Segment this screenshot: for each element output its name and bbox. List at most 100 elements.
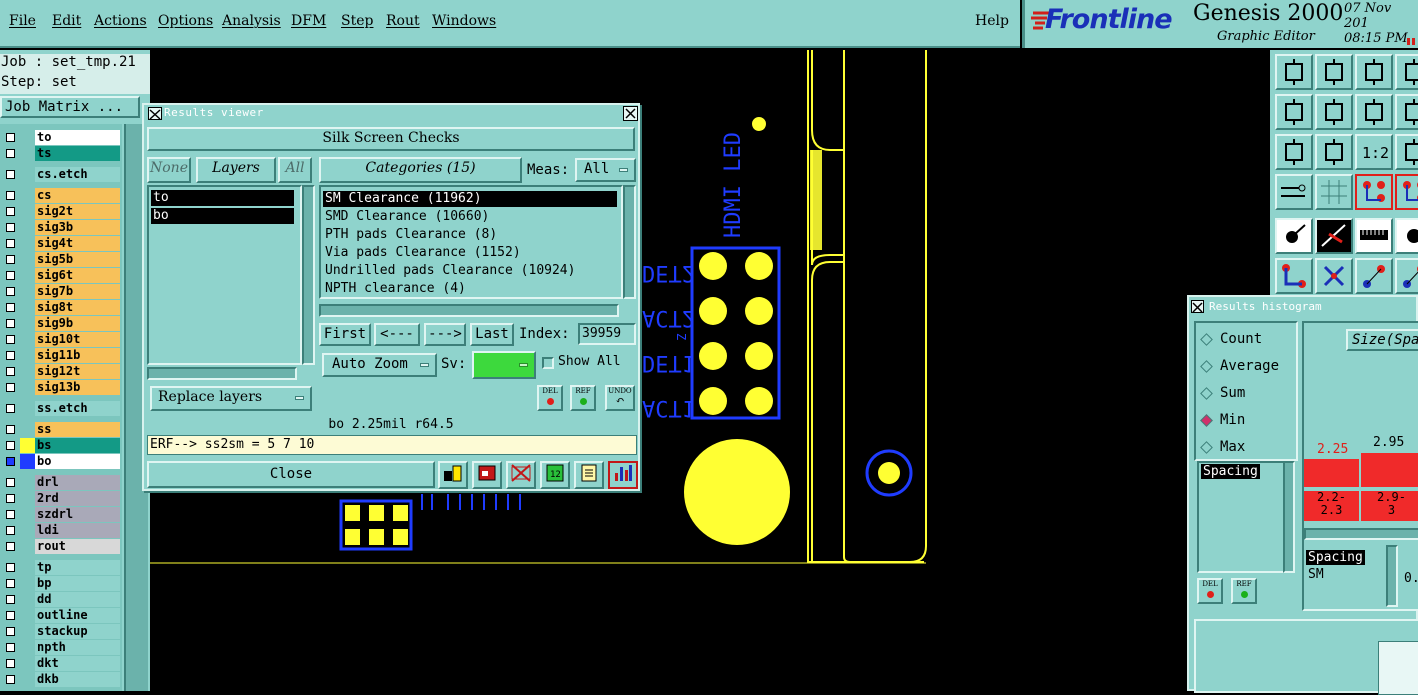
layer-checkbox[interactable] [6, 404, 15, 413]
layer-checkbox[interactable] [6, 478, 15, 487]
categories-button[interactable]: Categories (15) [319, 157, 522, 183]
home-icon[interactable] [1275, 54, 1313, 90]
size-button[interactable]: Size(Spa [1346, 329, 1418, 351]
layer-row-outline[interactable]: outline [2, 608, 120, 623]
category-item[interactable]: SMD Clearance (10660) [323, 209, 617, 225]
category-item[interactable]: PTH pads Clearance (8) [323, 227, 617, 243]
layer-row-sig7b[interactable]: sig7b [2, 284, 120, 299]
category-list-scrollbar[interactable] [623, 185, 636, 299]
layer-row-sig5b[interactable]: sig5b [2, 252, 120, 267]
layer-list-hscroll[interactable] [147, 367, 297, 380]
layer-row-sig12t[interactable]: sig12t [2, 364, 120, 379]
histogram-list-scrollbar[interactable] [1283, 461, 1295, 573]
meas-dropdown[interactable]: All [575, 158, 636, 182]
layer-row-dkb[interactable]: dkb [2, 672, 120, 687]
layer-checkbox[interactable] [6, 255, 15, 264]
layer-row-dkt[interactable]: dkt [2, 656, 120, 671]
close-button[interactable]: Close [147, 461, 435, 488]
list-item[interactable]: bo [151, 208, 294, 224]
layer-checkbox[interactable] [6, 659, 15, 668]
menu-dfm[interactable]: DFM [291, 13, 326, 29]
menu-rout[interactable]: Rout [386, 13, 420, 29]
layer-checkbox[interactable] [6, 287, 15, 296]
layer-checkbox[interactable] [6, 223, 15, 232]
layer-row-sig10t[interactable]: sig10t [2, 332, 120, 347]
histogram-bar[interactable] [1361, 453, 1418, 487]
del-button[interactable]: DEL [537, 385, 563, 411]
connect-icon[interactable] [1275, 258, 1313, 294]
layer-checkbox[interactable] [6, 271, 15, 280]
job-matrix-button[interactable]: Job Matrix ... [0, 96, 140, 118]
layer-row-bp[interactable]: bp [2, 576, 120, 591]
menu-options[interactable]: Options [158, 13, 213, 29]
layer-row-ldi[interactable]: ldi [2, 523, 120, 538]
cross-icon[interactable] [1315, 258, 1353, 294]
draw-icon[interactable] [1315, 218, 1353, 254]
menu-file[interactable]: File [9, 13, 36, 29]
severity-dropdown[interactable] [472, 351, 536, 379]
layer-row-dd[interactable]: dd [2, 592, 120, 607]
ruler-icon[interactable] [1355, 218, 1393, 254]
layer-checkbox[interactable] [6, 457, 15, 466]
ref-button[interactable]: REF [1231, 578, 1257, 604]
histogram-icon[interactable] [608, 461, 638, 489]
layer-row-sig11b[interactable]: sig11b [2, 348, 120, 363]
layer-checkbox[interactable] [6, 383, 15, 392]
list-item[interactable]: SM [1308, 567, 1324, 582]
import-icon[interactable] [1315, 94, 1353, 130]
layer-row-cs.etch[interactable]: cs.etch [2, 167, 120, 182]
snap-icon[interactable] [1275, 174, 1313, 210]
swap-icon[interactable] [1355, 94, 1393, 130]
help-icon[interactable] [1395, 134, 1418, 170]
histogram-hscroll[interactable] [1304, 528, 1418, 540]
list-item[interactable]: to [151, 190, 294, 206]
menu-actions[interactable]: Actions [94, 13, 147, 29]
ref-button[interactable]: REF [570, 385, 596, 411]
measure-icon[interactable] [1275, 218, 1313, 254]
window-menu-icon[interactable] [148, 107, 162, 120]
menu-edit[interactable]: Edit [52, 13, 81, 29]
extra-icon[interactable] [1395, 94, 1418, 130]
probe-icon[interactable] [1355, 258, 1393, 294]
first-button[interactable]: First [319, 323, 371, 346]
copy-icon[interactable] [1315, 54, 1353, 90]
layer-checkbox[interactable] [6, 542, 15, 551]
histogram-bar[interactable] [1304, 459, 1359, 487]
house-icon[interactable] [1355, 54, 1393, 90]
layer-checkbox[interactable] [6, 149, 15, 158]
layer-row-szdrl[interactable]: szdrl [2, 507, 120, 522]
category-item[interactable]: NPTH clearance (4) [323, 281, 617, 297]
layer-row-sig8t[interactable]: sig8t [2, 300, 120, 315]
layer-row-ts[interactable]: ts [2, 146, 120, 161]
menu-analysis[interactable]: Analysis [222, 13, 281, 29]
layer-row-sig3b[interactable]: sig3b [2, 220, 120, 235]
del-button[interactable]: DEL [1197, 578, 1223, 604]
close-window-icon[interactable] [623, 106, 638, 121]
layer-row-2rd[interactable]: 2rd [2, 491, 120, 506]
layer-checkbox[interactable] [6, 627, 15, 636]
pointer-icon[interactable] [1395, 218, 1418, 254]
layer-select-list[interactable]: to bo [147, 185, 302, 365]
layer-row-npth[interactable]: npth [2, 640, 120, 655]
layer-row-bs[interactable]: bs [2, 438, 120, 453]
layer-checkbox[interactable] [6, 191, 15, 200]
next-button[interactable]: ---> [424, 323, 466, 346]
layer-row-sig4t[interactable]: sig4t [2, 236, 120, 251]
center-icon[interactable] [1315, 134, 1353, 170]
none-button[interactable]: None [147, 157, 191, 183]
list-item[interactable]: Spacing [1201, 464, 1260, 479]
index-input[interactable]: 39959 [578, 323, 636, 345]
undo-button[interactable]: UNDO ↶ [605, 385, 635, 411]
layer-checkbox[interactable] [6, 351, 15, 360]
layer-row-to[interactable]: to [2, 130, 120, 145]
layer-row-drl[interactable]: drl [2, 475, 120, 490]
category-item[interactable]: SM Clearance (11962) [323, 191, 617, 207]
menu-step[interactable]: Step [341, 13, 373, 29]
layer-row-sig2t[interactable]: sig2t [2, 204, 120, 219]
layer-checkbox[interactable] [6, 595, 15, 604]
net2-icon[interactable] [1395, 174, 1418, 210]
layer-row-ss[interactable]: ss [2, 422, 120, 437]
layer-checkbox[interactable] [6, 170, 15, 179]
layer-row-cs[interactable]: cs [2, 188, 120, 203]
layer-checkbox[interactable] [6, 239, 15, 248]
